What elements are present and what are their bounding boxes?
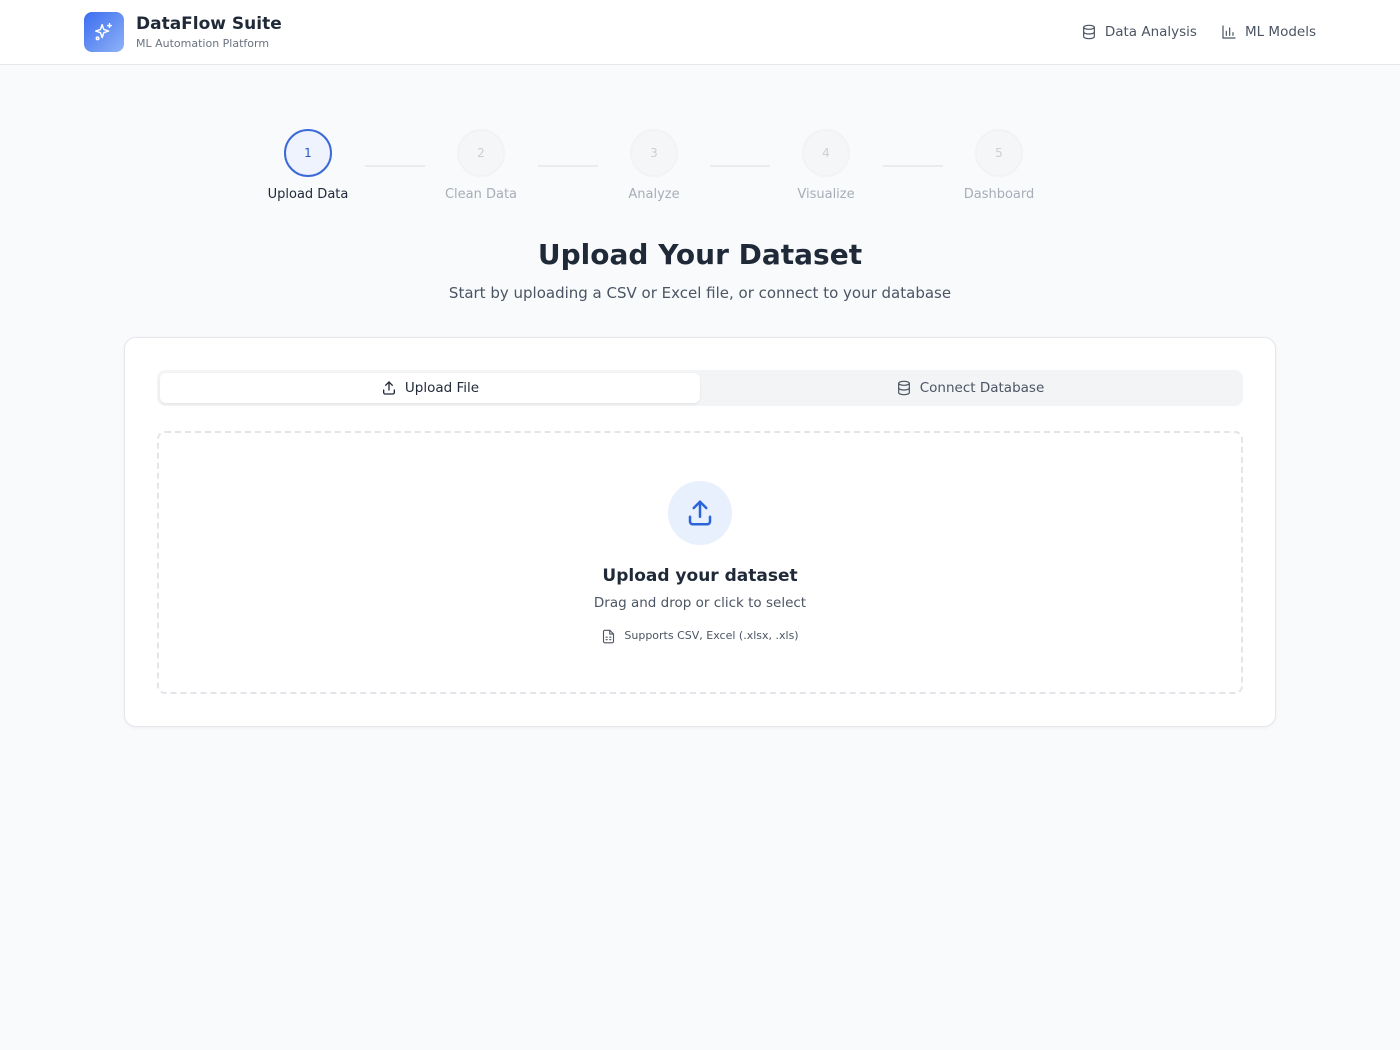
nav-item-label: ML Models — [1244, 24, 1316, 40]
progress-stepper: 1 Upload Data 2 Clean Data 3 Analyze 4 V… — [0, 129, 1400, 209]
step-clean-data[interactable]: 2 Clean Data — [421, 129, 541, 202]
dropzone-title: Upload your dataset — [602, 566, 798, 586]
step-number: 1 — [284, 129, 332, 177]
step-label: Clean Data — [444, 187, 518, 202]
upload-icon-bubble — [668, 481, 732, 545]
step-connector — [710, 165, 770, 167]
dropzone-hint-text: Supports CSV, Excel (.xlsx, .xls) — [624, 629, 799, 642]
nav-item-data-analysis[interactable]: Data Analysis — [1081, 22, 1197, 42]
step-number: 4 — [802, 129, 850, 177]
brand-subtitle: ML Automation Platform — [136, 36, 270, 50]
step-label: Dashboard — [963, 187, 1035, 202]
file-dropzone[interactable]: Upload your dataset Drag and drop or cli… — [157, 431, 1243, 694]
page-subtitle: Start by uploading a CSV or Excel file, … — [448, 284, 952, 302]
top-nav: Data Analysis ML Models — [1057, 22, 1316, 42]
step-number: 3 — [630, 129, 678, 177]
tab-label: Upload File — [404, 380, 480, 396]
step-label: Analyze — [628, 187, 680, 202]
step-label: Visualize — [797, 187, 855, 202]
brand[interactable]: DataFlow Suite ML Automation Platform — [84, 12, 282, 52]
upload-icon — [688, 500, 712, 526]
step-label: Upload Data — [267, 187, 349, 202]
step-visualize[interactable]: 4 Visualize — [766, 129, 886, 202]
database-icon — [1082, 24, 1095, 40]
step-number: 5 — [975, 129, 1023, 177]
app-logo — [84, 12, 124, 52]
nav-item-label: Data Analysis — [1104, 24, 1197, 40]
step-upload-data[interactable]: 1 Upload Data — [248, 129, 368, 202]
dropzone-subtitle: Drag and drop or click to select — [593, 595, 807, 611]
database-icon — [897, 380, 910, 396]
file-spreadsheet-icon — [603, 629, 615, 643]
tab-connect-database[interactable]: Connect Database — [700, 373, 1240, 403]
step-connector — [538, 165, 598, 167]
source-tabs: Upload File Connect Database — [157, 370, 1243, 406]
step-number: 2 — [457, 129, 505, 177]
nav-item-ml-models[interactable]: ML Models — [1221, 22, 1316, 42]
top-header: DataFlow Suite ML Automation Platform Da… — [0, 0, 1400, 65]
bar-chart-icon — [1222, 25, 1236, 39]
page-title: Upload Your Dataset — [537, 238, 863, 271]
step-analyze[interactable]: 3 Analyze — [594, 129, 714, 202]
upload-card: Upload File Connect Database Upload your… — [124, 337, 1276, 727]
step-dashboard[interactable]: 5 Dashboard — [939, 129, 1059, 202]
tab-label: Connect Database — [919, 380, 1045, 396]
dropzone-hint: Supports CSV, Excel (.xlsx, .xls) — [159, 628, 1241, 644]
upload-icon — [382, 381, 395, 395]
brand-title: DataFlow Suite — [136, 13, 282, 34]
sparkles-icon — [95, 23, 113, 41]
step-connector — [883, 165, 943, 167]
tab-upload-file[interactable]: Upload File — [160, 373, 700, 403]
step-connector — [365, 165, 425, 167]
